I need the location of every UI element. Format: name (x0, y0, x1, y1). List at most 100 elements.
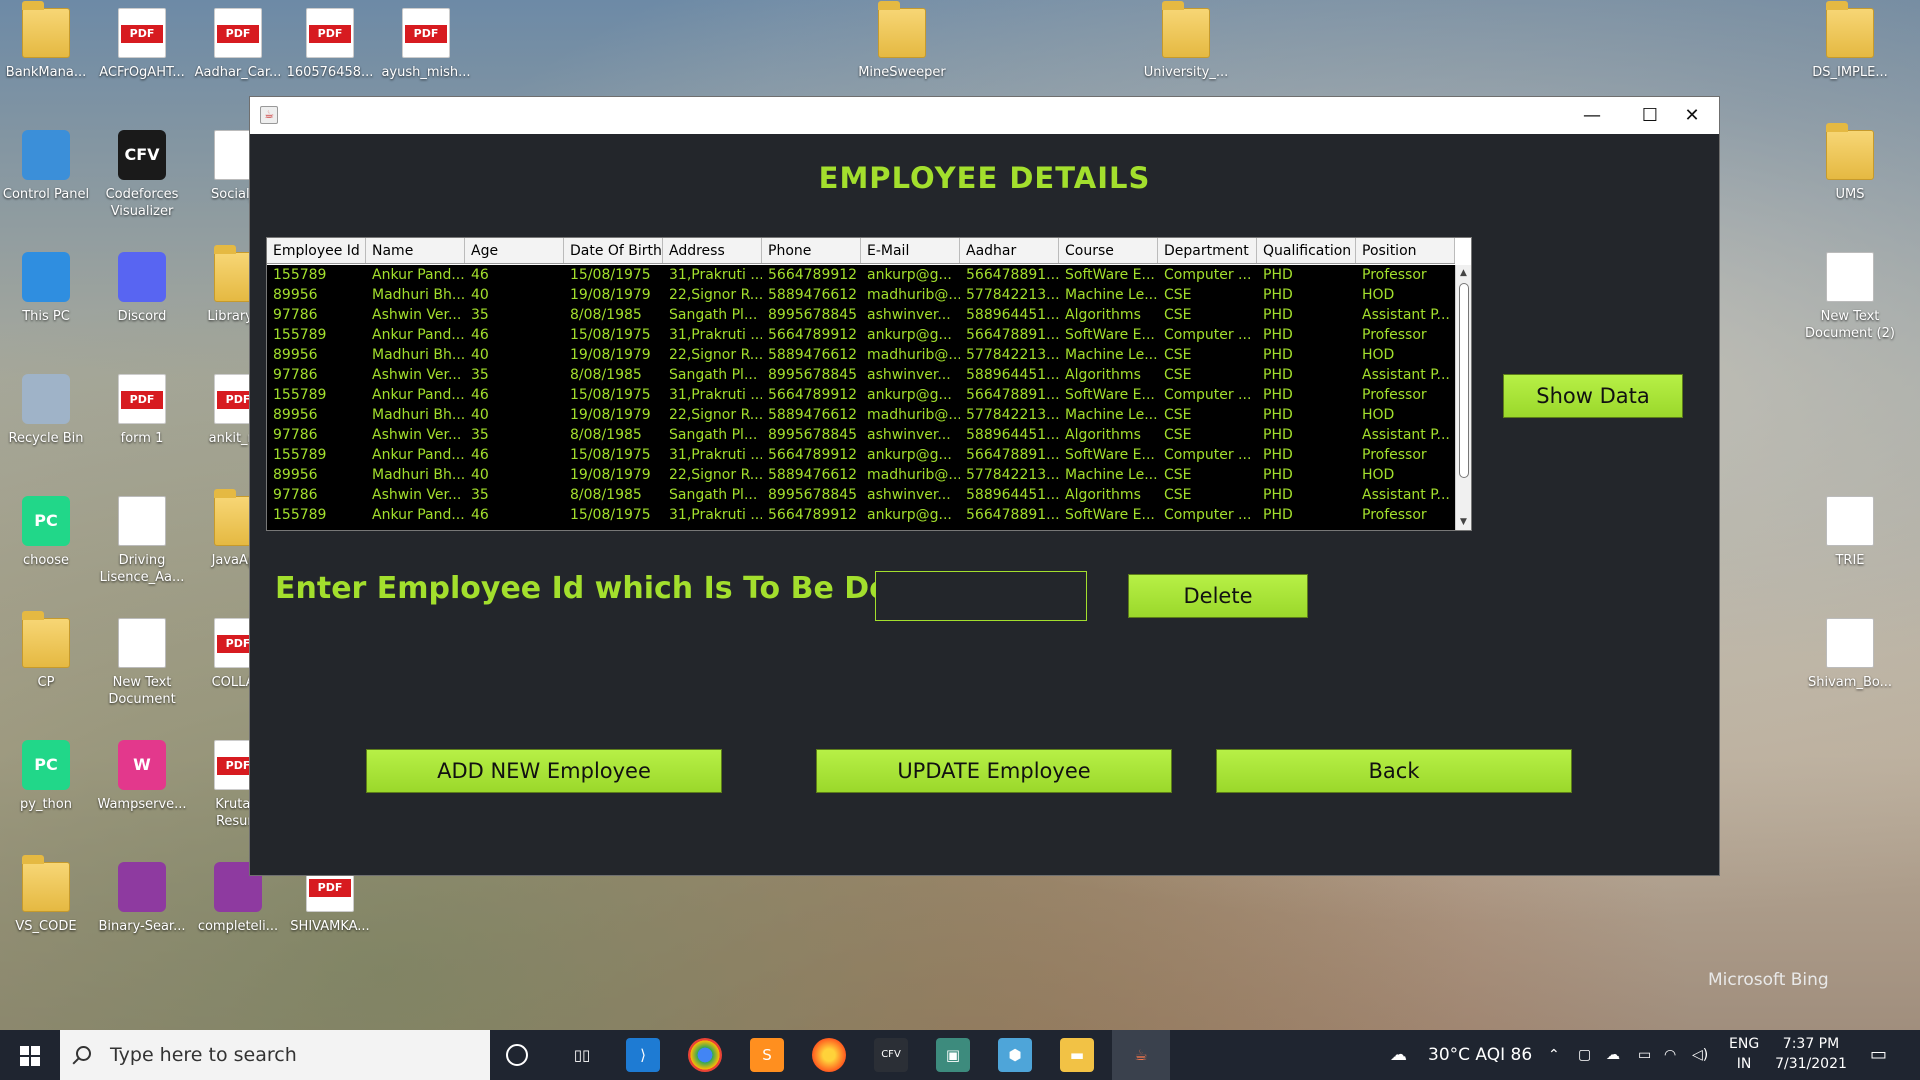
table-row[interactable]: 155789 Ankur Pand... 46 15/08/1975 31,Prakru… (267, 265, 1455, 285)
table-row[interactable]: 155789 Ankur Pand... 46 15/08/1975 31,Prakru… (267, 445, 1455, 465)
desktop-icon[interactable]: Recycle Bin (0, 374, 92, 447)
column-header[interactable]: Name (366, 238, 465, 263)
desktop-icon[interactable]: Discord (96, 252, 188, 325)
document-icon (118, 496, 166, 546)
cortana-icon[interactable] (506, 1044, 528, 1066)
column-header[interactable]: Phone (762, 238, 861, 263)
column-header[interactable]: Aadhar (960, 238, 1059, 263)
desktop-icon[interactable]: MineSweeper (856, 1, 948, 81)
notifications-icon[interactable]: ▭ (1870, 1030, 1887, 1080)
desktop-icon[interactable]: Binary-Sear... (96, 862, 188, 935)
scroll-thumb[interactable] (1459, 283, 1469, 478)
desktop-icon[interactable]: New Text Document (96, 618, 188, 708)
desktop-icon[interactable]: Shivam_Bo... (1804, 618, 1896, 691)
desktop-icon[interactable]: PDF 160576458... (284, 8, 376, 81)
java-app-taskbar-icon[interactable]: ☕ (1112, 1030, 1170, 1080)
firefox-icon[interactable] (812, 1038, 846, 1072)
desktop-icon[interactable]: PDF Aadhar_Car... (192, 8, 284, 81)
employee-table[interactable]: Employee Id Name Age Date Of Birth Address Ph… (266, 237, 1472, 531)
column-header[interactable]: E-Mail (861, 238, 960, 263)
table-row[interactable]: 155789 Ankur Pand... 46 15/08/1975 31,Prakru… (267, 505, 1455, 525)
desktop-icon[interactable]: This PC (0, 252, 92, 325)
delete-employee-id-input[interactable] (875, 571, 1087, 621)
language-indicator[interactable]: ENG IN (1729, 1034, 1759, 1074)
taskbar-search[interactable]: Type here to search (60, 1030, 490, 1080)
onedrive-icon[interactable]: ☁ (1606, 1030, 1620, 1080)
table-cell: Ashwin Ver... (372, 487, 462, 503)
desktop-icon[interactable]: UMS (1804, 123, 1896, 203)
battery-icon[interactable]: ▭ (1638, 1030, 1651, 1080)
desktop-icon-label: New Text Document (108, 675, 176, 707)
table-body[interactable]: 155789 Ankur Pand... 46 15/08/1975 31,Prakru… (267, 265, 1455, 530)
table-row[interactable]: 89956 Madhuri Bh... 40 19/08/1979 22,Signor … (267, 345, 1455, 365)
cube-app-icon[interactable]: ⬢ (998, 1038, 1032, 1072)
column-header[interactable]: Qualification (1257, 238, 1356, 263)
chevron-up-icon[interactable]: ⌃ (1548, 1030, 1560, 1080)
table-row[interactable]: 89956 Madhuri Bh... 40 19/08/1979 22,Signor … (267, 285, 1455, 305)
clock[interactable]: 7:37 PM 7/31/2021 (1765, 1034, 1857, 1074)
title-bar[interactable]: ☕ — ☐ ✕ (250, 97, 1719, 134)
table-row[interactable]: 155789 Ankur Pand... 46 15/08/1975 31,Prakru… (267, 385, 1455, 405)
update-employee-button[interactable]: UPDATE Employee (816, 749, 1172, 793)
table-row[interactable]: 97786 Ashwin Ver... 35 8/08/1985 Sangath Pl.… (267, 425, 1455, 445)
weather-icon[interactable]: ☁ (1390, 1030, 1407, 1080)
column-header[interactable]: Employee Id (267, 238, 366, 263)
scroll-up-icon[interactable]: ▲ (1456, 265, 1471, 281)
weather-text[interactable]: 30°C AQI 86 (1428, 1030, 1532, 1080)
desktop-icon[interactable]: PDF form 1 (96, 374, 188, 447)
desktop-icon[interactable]: University_... (1140, 1, 1232, 81)
start-button[interactable] (0, 1030, 60, 1080)
desktop-icon[interactable]: PDF ayush_mish... (380, 8, 472, 81)
task-view-icon[interactable]: ▯▯ (565, 1038, 599, 1072)
chrome-icon[interactable] (688, 1038, 722, 1072)
column-header[interactable]: Date Of Birth (564, 238, 663, 263)
table-row[interactable]: 155789 Ankur Pand... 46 15/08/1975 31,Prakru… (267, 325, 1455, 345)
codeforces-visualizer-icon[interactable]: CFV (874, 1038, 908, 1072)
table-row[interactable]: 89956 Madhuri Bh... 40 19/08/1979 22,Signor … (267, 465, 1455, 485)
minimize-button[interactable]: — (1563, 97, 1621, 134)
table-scrollbar[interactable]: ▲ ▼ (1455, 265, 1471, 530)
desktop-icon[interactable]: PC py_thon (0, 740, 92, 813)
table-cell: ashwinver... (867, 367, 951, 383)
document-icon (1826, 252, 1874, 302)
table-row[interactable]: 97786 Ashwin Ver... 35 8/08/1985 Sangath Pl.… (267, 485, 1455, 505)
desktop-icon[interactable]: DS_IMPLE... (1804, 1, 1896, 81)
desktop-icon[interactable]: VS_CODE (0, 855, 92, 935)
column-header[interactable]: Course (1059, 238, 1158, 263)
sublime-text-icon[interactable]: S (750, 1038, 784, 1072)
column-header[interactable]: Position (1356, 238, 1455, 263)
java-icon: ☕ (260, 106, 278, 124)
back-button[interactable]: Back (1216, 749, 1572, 793)
meet-now-icon[interactable]: ▢ (1578, 1030, 1591, 1080)
column-header[interactable]: Department (1158, 238, 1257, 263)
table-row[interactable]: 89956 Madhuri Bh... 40 19/08/1979 22,Signor … (267, 405, 1455, 425)
table-cell: Sangath Pl... (669, 307, 758, 323)
file-explorer-icon[interactable]: ▬ (1060, 1038, 1094, 1072)
add-new-employee-button[interactable]: ADD NEW Employee (366, 749, 722, 793)
desktop-icon[interactable]: BankMana... (0, 1, 92, 81)
wifi-icon[interactable]: ◠ (1664, 1030, 1676, 1080)
desktop-icon[interactable]: CP (0, 611, 92, 691)
window-app-icon[interactable]: ▣ (936, 1038, 970, 1072)
show-data-button[interactable]: Show Data (1503, 374, 1683, 418)
column-header[interactable]: Address (663, 238, 762, 263)
scroll-down-icon[interactable]: ▼ (1456, 514, 1471, 530)
table-row[interactable]: 97786 Ashwin Ver... 35 8/08/1985 Sangath Pl.… (267, 365, 1455, 385)
volume-icon[interactable]: ◁) (1692, 1030, 1708, 1080)
desktop-icon-label: 160576458... (286, 65, 374, 80)
desktop-icon[interactable]: PDF ACFrOgAHT... (96, 8, 188, 81)
desktop-icon[interactable]: CFV Codeforces Visualizer (96, 130, 188, 220)
table-row[interactable]: 97786 Ashwin Ver... 35 8/08/1985 Sangath Pl.… (267, 305, 1455, 325)
desktop-icon[interactable]: TRIE (1804, 496, 1896, 569)
desktop-icon[interactable]: Control Panel (0, 130, 92, 203)
vscode-icon[interactable]: ⟩ (626, 1038, 660, 1072)
desktop-icon[interactable]: PC choose (0, 496, 92, 569)
desktop-icon[interactable]: New Text Document (2) (1804, 252, 1896, 342)
table-cell: 15/08/1975 (570, 387, 651, 403)
column-header[interactable]: Age (465, 238, 564, 263)
desktop-icon[interactable]: Driving Lisence_Aa... (96, 496, 188, 586)
close-button[interactable]: ✕ (1663, 97, 1721, 134)
table-cell: 15/08/1975 (570, 447, 651, 463)
desktop-icon[interactable]: W Wampserve... (96, 740, 188, 813)
delete-button[interactable]: Delete (1128, 574, 1308, 618)
